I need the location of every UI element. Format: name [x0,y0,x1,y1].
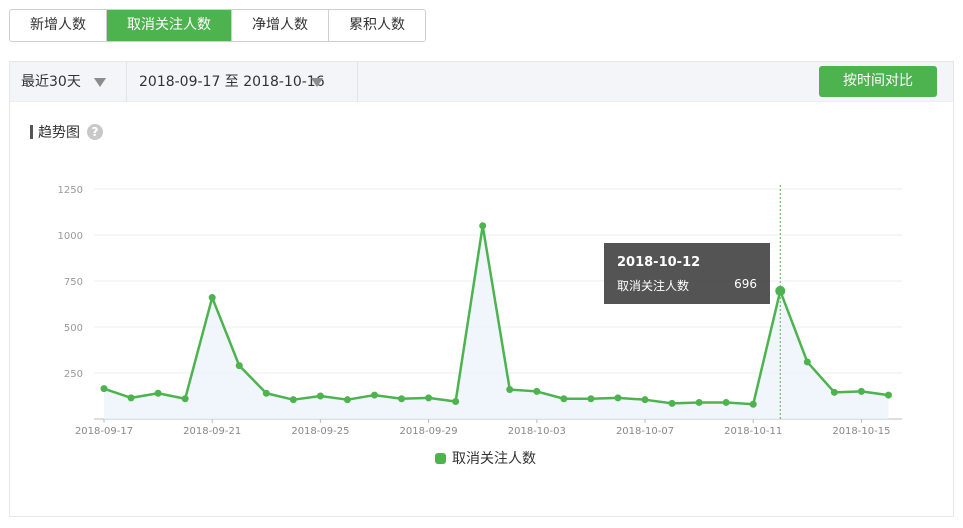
data-point [560,395,568,403]
y-tick-label: 750 [64,277,83,288]
x-tick-label: 2018-09-25 [291,426,349,437]
data-point [641,396,649,404]
tab-new-followers[interactable]: 新增人数 [10,10,107,41]
data-point [775,285,786,296]
data-point [884,391,892,399]
data-point [235,362,243,370]
y-tick-label: 500 [64,323,83,334]
trend-panel: 最近30天 2018-09-17 至 2018-10-16 按时间对比 趋势图 … [9,61,954,517]
data-point [181,395,189,403]
x-tick-label: 2018-10-11 [724,426,782,437]
data-point [371,391,378,399]
data-point [343,396,351,404]
legend-swatch [435,452,446,464]
tooltip-series: 取消关注人数 [617,279,690,293]
data-point [452,398,460,406]
legend-label: 取消关注人数 [452,451,536,467]
data-point [668,399,676,407]
data-point [695,398,703,406]
data-point [398,395,406,403]
data-point [857,387,865,395]
data-point [614,394,622,402]
y-tick-label: 1000 [58,231,83,242]
data-point [100,385,108,393]
data-point [587,395,595,403]
x-tick-label: 2018-09-29 [400,426,458,437]
data-point [479,222,487,230]
tooltip-row: 取消关注人数 696 [617,277,757,294]
data-point [289,396,297,404]
chart-tooltip: 2018-10-12 取消关注人数 696 [604,243,770,304]
tooltip-value: 696 [734,277,757,291]
data-point [830,388,838,396]
data-point [154,389,162,397]
data-point [262,389,270,397]
metric-tabs: 新增人数 取消关注人数 净增人数 累积人数 [9,9,426,42]
data-point [316,392,324,400]
data-point [208,294,216,302]
data-point [506,386,514,394]
x-tick-label: 2018-09-21 [183,426,241,437]
data-point [425,394,433,402]
tooltip-date: 2018-10-12 [617,255,701,270]
y-tick-label: 1250 [58,185,83,196]
data-point [749,400,757,408]
x-tick-label: 2018-10-03 [508,426,566,437]
y-tick-label: 250 [64,369,83,380]
x-tick-label: 2018-10-07 [616,426,674,437]
x-tick-label: 2018-10-15 [832,426,890,437]
data-point [722,398,730,406]
x-tick-label: 2018-09-17 [75,426,133,437]
data-point [803,358,811,366]
tab-net-growth[interactable]: 净增人数 [232,10,329,41]
data-point [533,387,541,395]
chart-legend[interactable]: 取消关注人数 [435,448,536,468]
data-point [127,394,135,402]
tab-cumulative[interactable]: 累积人数 [329,10,425,41]
tab-unfollowers[interactable]: 取消关注人数 [107,10,232,41]
